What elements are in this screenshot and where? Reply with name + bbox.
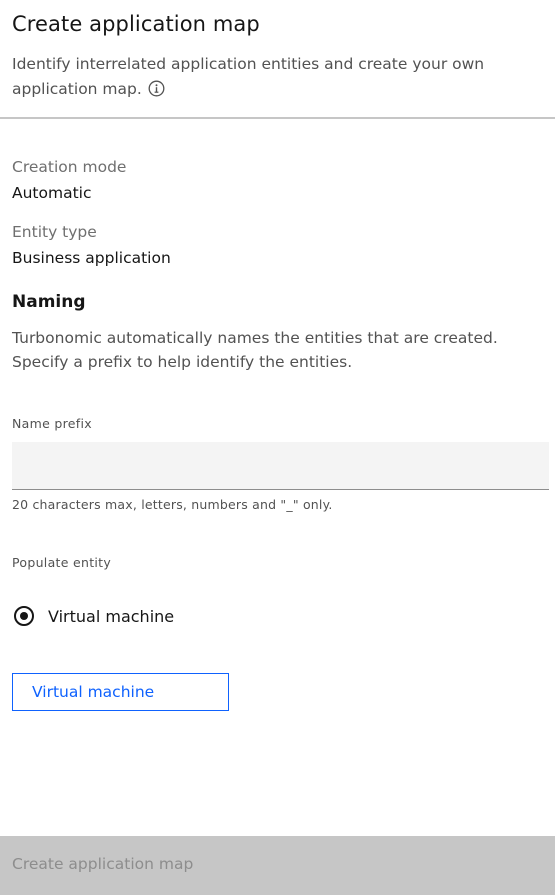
create-application-map-button[interactable]: Create application map xyxy=(0,836,555,895)
page-description: Identify interrelated application entiti… xyxy=(12,52,542,102)
name-prefix-helper-text: 20 characters max, letters, numbers and … xyxy=(12,497,333,512)
naming-heading: Naming xyxy=(12,292,86,312)
radio-option-label: Virtual machine xyxy=(48,606,175,626)
description-text: Identify interrelated application entiti… xyxy=(12,55,485,98)
name-prefix-label: Name prefix xyxy=(12,416,92,431)
entity-type-value: Business application xyxy=(12,249,171,267)
page-title: Create application map xyxy=(12,12,260,36)
radio-button-selected[interactable] xyxy=(14,606,34,626)
naming-description: Turbonomic automatically names the entit… xyxy=(12,329,498,371)
entity-type-label: Entity type xyxy=(12,223,97,241)
populate-entity-label: Populate entity xyxy=(12,555,112,570)
information-icon[interactable] xyxy=(148,80,165,97)
creation-mode-label: Creation mode xyxy=(12,158,127,176)
name-prefix-input[interactable] xyxy=(12,442,549,490)
virtual-machine-radio-option[interactable]: Virtual machine xyxy=(14,603,174,629)
panel-header: Create application map Identify interrel… xyxy=(0,0,555,119)
creation-mode-value: Automatic xyxy=(12,184,92,202)
virtual-machine-button[interactable]: Virtual machine xyxy=(12,673,229,711)
